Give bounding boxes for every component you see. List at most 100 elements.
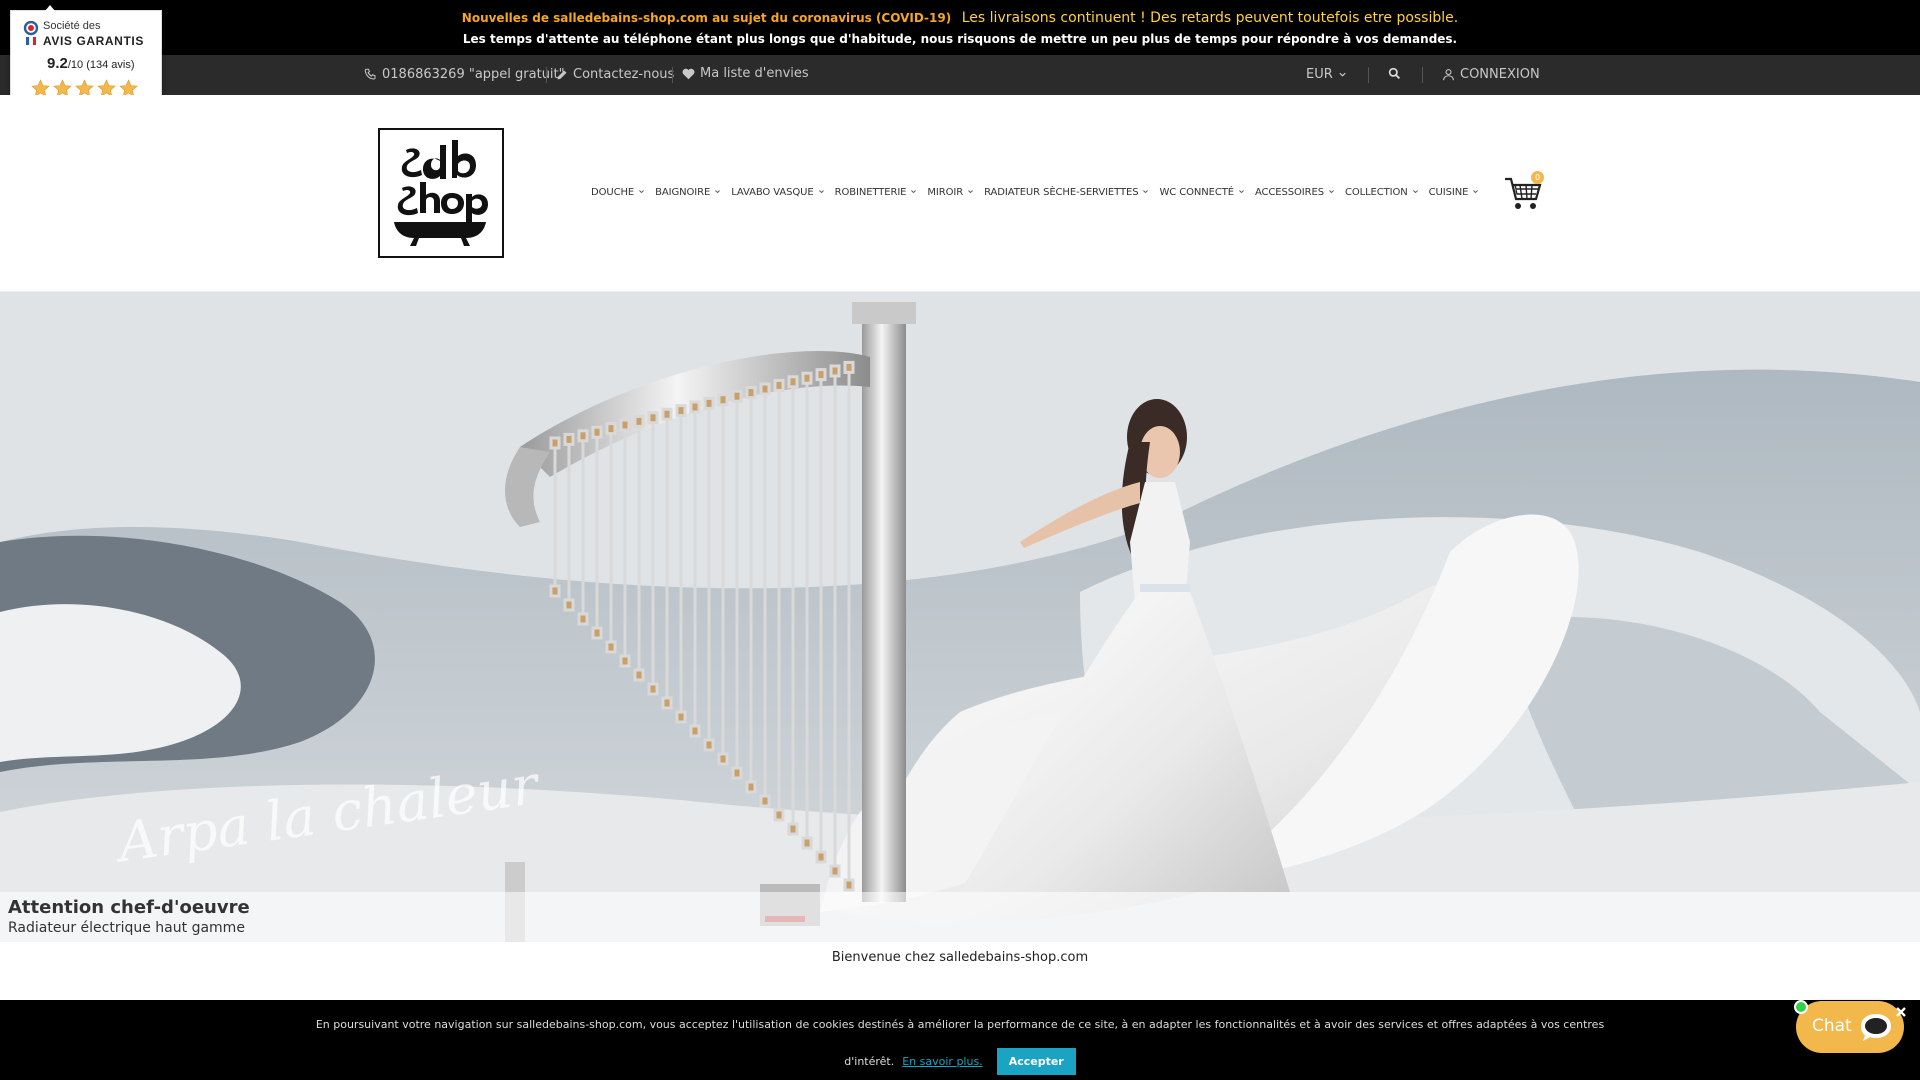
chevron-down-icon bbox=[714, 188, 721, 197]
nav-item-label: RADIATEUR SÈCHE-SERVIETTES bbox=[984, 187, 1139, 198]
badge-score-value: 9.2 bbox=[47, 55, 68, 72]
nav-item-label: COLLECTION bbox=[1344, 187, 1408, 198]
harp-peg bbox=[605, 422, 617, 436]
nav-item-label: BAIGNOIRE bbox=[655, 187, 711, 198]
harp-peg bbox=[647, 411, 659, 425]
harp-peg bbox=[647, 682, 659, 696]
harp-peg bbox=[633, 668, 645, 682]
nav-item-radiateur-s-che-serviettes[interactable]: RADIATEUR SÈCHE-SERVIETTES bbox=[984, 187, 1149, 198]
harp-peg bbox=[801, 836, 813, 850]
chevron-down-icon bbox=[1238, 188, 1245, 197]
harp-peg bbox=[787, 822, 799, 836]
main-navigation: DOUCHE BAIGNOIRE LAVABO VASQUE ROBINETTERIE… bbox=[591, 187, 1479, 198]
chat-close-button[interactable] bbox=[1894, 1004, 1908, 1018]
nav-item-cuisine[interactable]: CUISINE bbox=[1429, 187, 1480, 198]
chevron-down-icon bbox=[818, 188, 825, 197]
harp-peg bbox=[675, 404, 687, 418]
harp-peg bbox=[801, 371, 813, 385]
phone-number: 0186863269 "appel gratuit" bbox=[382, 67, 565, 82]
search-icon bbox=[1388, 67, 1401, 80]
learn-more-link[interactable]: En savoir plus. bbox=[902, 1055, 982, 1068]
harp-peg bbox=[703, 738, 715, 752]
harp-peg bbox=[605, 640, 617, 654]
accept-cookies-button[interactable]: Accepter bbox=[996, 1048, 1076, 1075]
chevron-down-icon bbox=[1328, 188, 1335, 197]
nav-item-miroir[interactable]: MIROIR bbox=[927, 187, 974, 198]
avis-garantis-badge[interactable]: Société des AVIS GARANTIS 9.2/10 (134 av… bbox=[10, 5, 162, 107]
harp-peg bbox=[787, 375, 799, 389]
user-icon bbox=[1442, 68, 1455, 81]
announcement-line-1: Nouvelles de salledebains-shop.com au su… bbox=[0, 10, 1920, 26]
harp-peg bbox=[717, 393, 729, 407]
hero-banner[interactable]: Arpa la chaleur Attention chef-d'oeuvre … bbox=[0, 292, 1920, 942]
harp-peg bbox=[829, 364, 841, 378]
sdb-shop-logo-icon bbox=[394, 140, 488, 246]
sdb-shop-logo[interactable] bbox=[378, 128, 504, 258]
harp-peg bbox=[843, 360, 855, 374]
nav-item-douche[interactable]: DOUCHE bbox=[591, 187, 645, 198]
nav-item-baignoire[interactable]: BAIGNOIRE bbox=[655, 187, 721, 198]
avis-garantis-logo-icon bbox=[23, 20, 39, 51]
login-link[interactable]: CONNEXION bbox=[1442, 67, 1540, 82]
cookie-text: En poursuivant votre navigation sur sall… bbox=[315, 1018, 1605, 1031]
nav-item-accessoires[interactable]: ACCESSOIRES bbox=[1255, 187, 1335, 198]
harp-peg bbox=[731, 766, 743, 780]
chevron-down-icon bbox=[967, 188, 974, 197]
badge-notch bbox=[45, 5, 55, 11]
wishlist-label: Ma liste d'envies bbox=[700, 66, 809, 81]
nav-item-label: CUISINE bbox=[1428, 187, 1469, 198]
nav-item-label: ROBINETTERIE bbox=[834, 187, 907, 198]
harp-peg bbox=[563, 432, 575, 446]
harp-peg bbox=[633, 414, 645, 428]
wishlist-link[interactable]: Ma liste d'envies bbox=[682, 66, 809, 81]
chat-bubble-icon bbox=[1858, 1011, 1894, 1047]
harp-peg bbox=[577, 612, 589, 626]
harp-peg bbox=[661, 407, 673, 421]
phone-icon bbox=[364, 68, 377, 81]
contact-link[interactable]: Contactez-nous bbox=[556, 67, 674, 82]
login-label: CONNEXION bbox=[1460, 67, 1540, 82]
currency-selector[interactable]: EUR bbox=[1306, 67, 1347, 82]
chat-widget-button[interactable]: Chat bbox=[1794, 1000, 1904, 1053]
badge-score: 9.2/10 (134 avis) bbox=[47, 55, 135, 73]
harp-peg bbox=[577, 429, 589, 443]
chevron-down-icon bbox=[1472, 188, 1479, 197]
welcome-text: Bienvenue chez salledebains-shop.com bbox=[831, 950, 1089, 965]
nav-item-collection[interactable]: COLLECTION bbox=[1345, 187, 1419, 198]
nav-item-wc-connect[interactable]: WC CONNECTÉ bbox=[1159, 187, 1245, 198]
cart-count-badge: 0 bbox=[1531, 171, 1544, 184]
cookie-consent-bar: En poursuivant votre navigation sur sall… bbox=[0, 1000, 1920, 1080]
chevron-down-icon bbox=[1412, 188, 1419, 197]
harp-peg bbox=[591, 425, 603, 439]
site-header: DOUCHE BAIGNOIRE LAVABO VASQUE ROBINETTERIE… bbox=[0, 95, 1920, 292]
nav-item-label: WC CONNECTÉ bbox=[1159, 187, 1234, 198]
harp-peg bbox=[619, 418, 631, 432]
harp-peg bbox=[773, 378, 785, 392]
harp-peg bbox=[745, 386, 757, 400]
pencil-icon bbox=[556, 69, 568, 81]
cookie-text-line-2: d'intérêt. En savoir plus. Accepter bbox=[0, 1048, 1920, 1075]
cookie-text-end: d'intérêt. bbox=[844, 1055, 895, 1068]
phone-link[interactable]: 0186863269 "appel gratuit" bbox=[364, 67, 565, 82]
harp-peg bbox=[689, 400, 701, 414]
harp-peg bbox=[689, 724, 701, 738]
harp-peg bbox=[549, 436, 561, 450]
search-button[interactable] bbox=[1388, 67, 1401, 80]
harp-peg bbox=[759, 382, 771, 396]
hero-caption-bar bbox=[0, 892, 1920, 942]
currency-value: EUR bbox=[1306, 67, 1333, 82]
badge-brand-small: Société des bbox=[43, 20, 101, 32]
nav-item-lavabo-vasque[interactable]: LAVABO VASQUE bbox=[731, 187, 824, 198]
harp-peg bbox=[773, 808, 785, 822]
covid-announcement-bar: Nouvelles de salledebains-shop.com au su… bbox=[0, 0, 1920, 55]
nav-item-robinetterie[interactable]: ROBINETTERIE bbox=[835, 187, 918, 198]
cart-button[interactable]: 0 bbox=[1503, 171, 1544, 213]
nav-item-label: DOUCHE bbox=[591, 187, 635, 198]
heart-icon bbox=[682, 68, 695, 80]
utility-bar: 0186863269 "appel gratuit" Contactez-nou… bbox=[0, 55, 1920, 95]
hero-title: Attention chef-d'oeuvre bbox=[8, 897, 250, 918]
harp-peg bbox=[829, 864, 841, 878]
utility-divider bbox=[1422, 67, 1423, 83]
chevron-down-icon bbox=[1142, 188, 1149, 197]
harp-peg bbox=[549, 584, 561, 598]
